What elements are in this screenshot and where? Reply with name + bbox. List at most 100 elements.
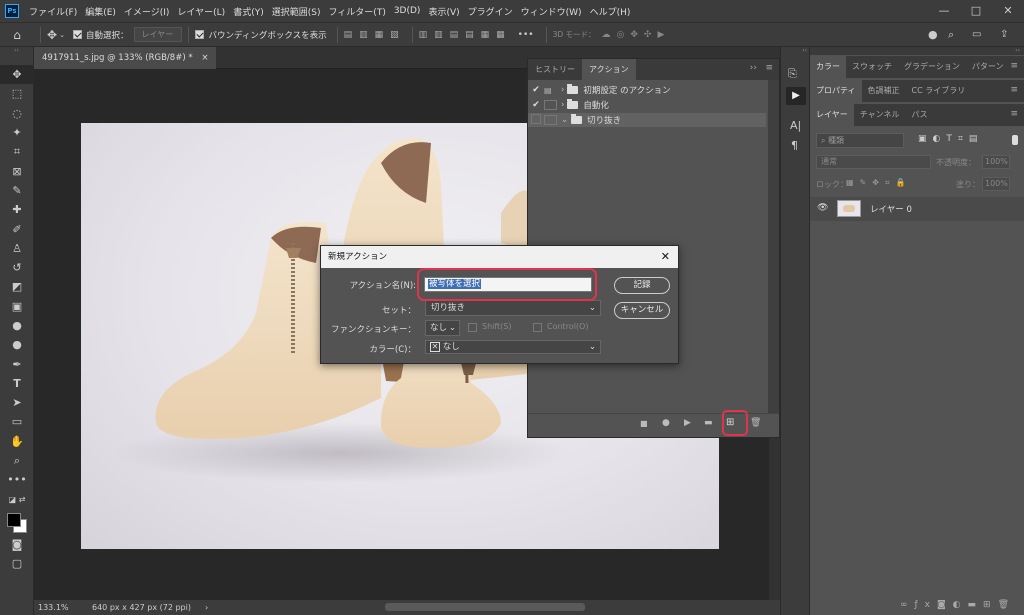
- tab-paths[interactable]: パス: [906, 104, 934, 126]
- collapse-strip-icon[interactable]: ‹‹: [781, 47, 809, 55]
- character-panel-icon[interactable]: A|: [790, 119, 801, 132]
- 3d-mode-icons[interactable]: ☁◎✥✣▶: [602, 30, 671, 40]
- eyedropper-tool-icon[interactable]: ✎: [0, 181, 34, 200]
- menu-filter[interactable]: フィルター(T): [324, 5, 389, 18]
- zoom-level[interactable]: 133.1%: [38, 603, 86, 612]
- record-button[interactable]: 記録: [614, 277, 670, 294]
- dialog-toggle-icon[interactable]: ▤: [544, 86, 557, 95]
- tab-adjustments[interactable]: 色調補正: [862, 80, 906, 102]
- menu-type[interactable]: 書式(Y): [229, 5, 268, 18]
- lasso-tool-icon[interactable]: ◌: [0, 104, 34, 123]
- collapse-panels-icon[interactable]: ››: [810, 47, 1024, 55]
- document-tab[interactable]: 4917911_s.jpg @ 133% (RGB/8#) * ×: [34, 47, 217, 69]
- function-key-dropdown[interactable]: なし ⌄: [425, 320, 460, 336]
- menu-file[interactable]: ファイル(F): [25, 5, 81, 18]
- workspace-icon[interactable]: ▭: [972, 29, 981, 40]
- eraser-tool-icon[interactable]: ◩: [0, 277, 34, 296]
- chevron-right-icon[interactable]: ›: [561, 100, 564, 110]
- stop-icon[interactable]: ■: [640, 419, 648, 428]
- toggle-check-icon[interactable]: ✔: [528, 85, 544, 95]
- auto-select-checkbox[interactable]: [72, 30, 82, 39]
- new-set-folder-icon[interactable]: ▬: [704, 418, 713, 428]
- marquee-tool-icon[interactable]: ⬚: [0, 84, 34, 103]
- brush-tool-icon[interactable]: ✐: [0, 219, 34, 238]
- tab-channels[interactable]: チャンネル: [854, 104, 906, 126]
- menu-help[interactable]: ヘルプ(H): [586, 5, 635, 18]
- blend-mode-dropdown[interactable]: 通常: [816, 155, 931, 169]
- chevron-down-icon[interactable]: ⌄: [59, 31, 65, 39]
- eye-icon[interactable]: 👁: [817, 203, 828, 213]
- shift-checkbox[interactable]: [468, 323, 477, 332]
- history-brush-tool-icon[interactable]: ↺: [0, 258, 34, 277]
- tab-actions[interactable]: アクション: [582, 59, 636, 80]
- frame-tool-icon[interactable]: ⊠: [0, 161, 34, 180]
- move-tool-icon[interactable]: ✥: [0, 65, 34, 85]
- pen-tool-icon[interactable]: ✒: [0, 354, 34, 373]
- healing-brush-tool-icon[interactable]: ✚: [0, 200, 34, 219]
- action-set-row-1[interactable]: ✔ ▤ › 初期設定 のアクション: [528, 83, 768, 97]
- align-icons[interactable]: ▤▥▦▧: [344, 30, 406, 40]
- toggle-check-icon[interactable]: ✔: [528, 100, 544, 110]
- action-set-row-2[interactable]: ✔ › 自動化: [528, 98, 768, 112]
- menu-3d[interactable]: 3D(D): [390, 6, 425, 16]
- menu-image[interactable]: イメージ(I): [120, 5, 174, 18]
- quick-mask-icon[interactable]: ◙: [0, 535, 34, 554]
- layer-filter-icons[interactable]: ▣◐T⌗▤: [918, 134, 983, 144]
- color-swatches[interactable]: [0, 509, 33, 535]
- bounding-box-checkbox[interactable]: [195, 30, 205, 39]
- panel-menu-icon[interactable]: ≡: [1010, 85, 1018, 95]
- zoom-tool-icon[interactable]: ⌕: [0, 451, 34, 470]
- gradient-tool-icon[interactable]: ▣: [0, 297, 34, 316]
- dialog-toggle-box[interactable]: [544, 100, 557, 110]
- menu-edit[interactable]: 編集(E): [81, 5, 120, 18]
- play-icon[interactable]: ▶: [684, 418, 691, 428]
- menu-plugins[interactable]: プラグイン: [464, 5, 517, 18]
- opacity-input[interactable]: 100%: [982, 155, 1010, 169]
- action-set-row-3[interactable]: ⌄ 切り抜き: [528, 113, 766, 127]
- menu-select[interactable]: 選択範囲(S): [268, 5, 325, 18]
- layer-dropdown[interactable]: レイヤー: [134, 27, 183, 42]
- tab-swatches[interactable]: スウォッチ: [846, 56, 898, 78]
- actions-panel-icon[interactable]: ▶: [786, 87, 806, 105]
- clone-stamp-tool-icon[interactable]: ♙: [0, 239, 34, 258]
- layer-filter-input[interactable]: ⌕ 種類: [816, 133, 904, 148]
- set-dropdown[interactable]: 切り抜き ⌄: [425, 300, 601, 316]
- rectangle-tool-icon[interactable]: ▭: [0, 412, 34, 431]
- layer-row[interactable]: 👁 レイヤー 0: [810, 197, 1024, 221]
- swap-colors-icon[interactable]: ◪ ⇄: [0, 490, 34, 509]
- crop-tool-icon[interactable]: ⌗: [0, 142, 34, 161]
- chevron-right-icon[interactable]: ›: [561, 85, 564, 95]
- panel-menu-icon[interactable]: ≡: [1010, 61, 1018, 71]
- menu-layer[interactable]: レイヤー(L): [173, 5, 229, 18]
- search-icon[interactable]: ⌕: [948, 28, 954, 42]
- tab-history[interactable]: ヒストリー: [528, 59, 582, 80]
- panel-expand-icon[interactable]: ››: [750, 63, 757, 73]
- tab-gradients[interactable]: グラデーション: [898, 56, 966, 78]
- home-icon[interactable]: ⌂: [0, 28, 34, 42]
- panel-menu-icon[interactable]: ≡: [1010, 109, 1018, 119]
- dialog-toggle-box[interactable]: [544, 115, 557, 125]
- history-panel-icon[interactable]: ⎘: [788, 67, 797, 81]
- tab-properties[interactable]: プロパティ: [810, 80, 862, 102]
- more-options-icon[interactable]: •••: [518, 30, 534, 40]
- magic-wand-tool-icon[interactable]: ✦: [0, 123, 34, 142]
- distribute-icons[interactable]: ▥▥▤▤▦▦: [419, 30, 512, 40]
- toggle-box[interactable]: [528, 113, 544, 127]
- record-icon[interactable]: ●: [662, 418, 670, 428]
- type-tool-icon[interactable]: T: [0, 374, 34, 393]
- path-selection-tool-icon[interactable]: ➤: [0, 393, 34, 412]
- hand-tool-icon[interactable]: ✋: [0, 432, 34, 451]
- dialog-close-button[interactable]: ✕: [661, 246, 670, 268]
- maximize-button[interactable]: □: [960, 0, 992, 22]
- actions-scrollbar[interactable]: [768, 80, 779, 413]
- dodge-tool-icon[interactable]: ●: [0, 335, 34, 354]
- panel-menu-icon[interactable]: ≡: [765, 63, 773, 73]
- close-window-button[interactable]: ✕: [992, 0, 1024, 22]
- blur-tool-icon[interactable]: ●: [0, 316, 34, 335]
- cancel-button[interactable]: キャンセル: [614, 302, 670, 319]
- minimize-button[interactable]: —: [928, 0, 960, 22]
- lock-icons[interactable]: ▦✎✥⌗🔒: [846, 178, 911, 188]
- layer-name[interactable]: レイヤー 0: [870, 203, 912, 215]
- filter-toggle[interactable]: [1012, 135, 1018, 145]
- share-icon[interactable]: ⇪: [1000, 29, 1008, 40]
